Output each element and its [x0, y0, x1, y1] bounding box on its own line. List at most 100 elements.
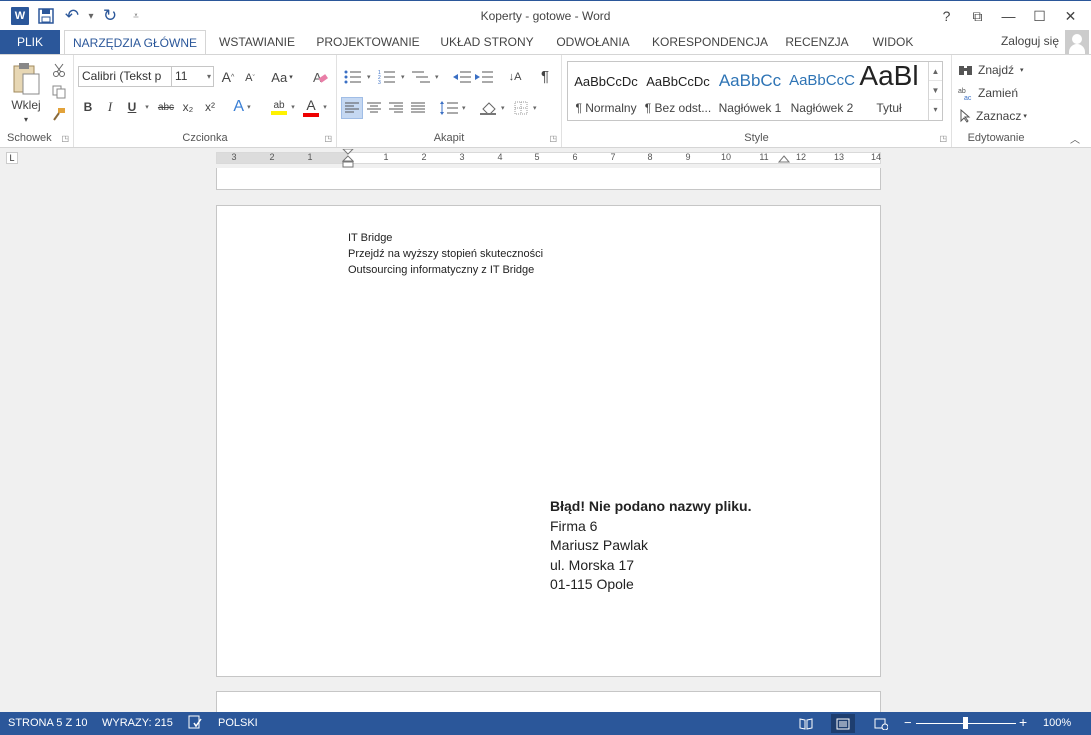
help-button[interactable]: ?	[932, 5, 961, 27]
zoom-out-button[interactable]: −	[904, 715, 912, 730]
numbering-icon[interactable]: 1 2 3 ▾	[377, 67, 409, 87]
envelope-page[interactable]: IT Bridge Przejdź na wyższy stopień skut…	[216, 205, 881, 677]
cursor-icon	[960, 109, 971, 123]
select-button[interactable]: Zaznacz ▾	[960, 107, 1040, 125]
underline-dropdown-icon[interactable]: ▾	[142, 97, 152, 117]
borders-icon[interactable]: ▾	[513, 97, 543, 119]
font-name-combobox[interactable]: Calibri (Tekst p	[78, 66, 172, 87]
tab-home[interactable]: NARZĘDZIA GŁÓWNE	[64, 30, 206, 55]
grow-font-button[interactable]: A ^	[218, 67, 238, 87]
editing-group: Znajdź ▾ ab ac Zamień Zaznacz ▾ Edytowanie	[952, 55, 1040, 147]
copy-icon[interactable]	[50, 83, 68, 101]
print-layout-icon[interactable]	[831, 714, 855, 733]
format-painter-icon[interactable]	[50, 105, 68, 123]
paragraph-launcher-icon[interactable]: ◳	[549, 134, 557, 143]
gallery-up-icon[interactable]: ▲	[929, 62, 942, 81]
text-effects-button[interactable]: A ▾	[230, 96, 254, 118]
indent-marker-icon[interactable]	[342, 149, 354, 169]
ruler-number: 2	[421, 152, 427, 162]
proofing-icon[interactable]	[188, 715, 202, 732]
tab-file[interactable]: PLIK	[0, 30, 60, 54]
recipient-address[interactable]: Błąd! Nie podano nazwy pliku. Firma 6 Ma…	[550, 497, 751, 595]
font-color-button[interactable]: A	[300, 95, 322, 119]
align-left-icon[interactable]	[341, 97, 363, 119]
read-mode-icon[interactable]	[794, 714, 818, 733]
sort-button[interactable]: ↓A	[505, 67, 525, 87]
page-indicator[interactable]: STRONA 5 Z 10	[8, 717, 87, 729]
close-button[interactable]: ✕	[1056, 5, 1085, 27]
clipboard-launcher-icon[interactable]: ◳	[61, 134, 69, 143]
right-indent-marker-icon[interactable]	[778, 155, 790, 165]
justify-icon[interactable]	[407, 97, 429, 119]
change-case-button[interactable]: Aa ▾	[268, 67, 296, 87]
decrease-indent-icon[interactable]	[451, 67, 473, 87]
shrink-font-button[interactable]: Aˇ	[240, 68, 260, 88]
sign-in-link[interactable]: Zaloguj się	[1001, 34, 1059, 48]
svg-text:▾: ▾	[533, 105, 537, 112]
style-heading-1[interactable]: AaBbCc Nagłówek 1	[714, 62, 786, 120]
replace-button[interactable]: ab ac Zamień	[958, 84, 1038, 102]
style-heading-2[interactable]: AaBbCcC Nagłówek 2	[786, 62, 858, 120]
zoom-slider-thumb[interactable]	[963, 717, 968, 729]
user-avatar-icon[interactable]	[1065, 30, 1089, 54]
bullets-icon[interactable]: ▾	[343, 67, 375, 87]
web-layout-icon[interactable]	[869, 714, 893, 733]
horizontal-ruler[interactable]: 3 2 1 1 2 3 4 5 6 7 8 9 10 11 12 13 14	[216, 149, 881, 168]
tab-selector[interactable]: L	[6, 152, 18, 164]
italic-button[interactable]: I	[102, 97, 118, 117]
paste-dropdown-icon[interactable]: ▾	[18, 113, 34, 125]
paste-icon[interactable]	[8, 61, 44, 97]
font-color-dropdown-icon[interactable]: ▾	[320, 97, 330, 117]
zoom-level[interactable]: 100%	[1043, 717, 1071, 729]
clear-formatting-icon[interactable]: A	[310, 67, 330, 87]
binoculars-icon	[959, 66, 972, 75]
styles-launcher-icon[interactable]: ◳	[939, 134, 947, 143]
align-right-icon[interactable]	[385, 97, 407, 119]
ribbon-display-options-icon[interactable]: ⧉	[963, 5, 992, 27]
tab-references[interactable]: ODWOŁANIA	[550, 30, 636, 54]
zoom-in-button[interactable]: +	[1019, 714, 1027, 730]
tab-insert[interactable]: WSTAWIANIE	[212, 30, 302, 54]
language-indicator[interactable]: POLSKI	[218, 717, 258, 729]
document-area: IT Bridge Przejdź na wyższy stopień skut…	[0, 168, 1091, 712]
clipboard-group-label: Schowek	[7, 132, 52, 144]
shading-icon[interactable]: ▾	[479, 97, 509, 119]
paste-button[interactable]: Wklej	[4, 97, 48, 113]
tab-review[interactable]: RECENZJA	[782, 30, 852, 54]
find-button[interactable]: Znajdź ▾	[958, 61, 1038, 79]
collapse-ribbon-icon[interactable]: ︿	[1068, 131, 1082, 146]
bold-button[interactable]: B	[80, 97, 96, 117]
multilevel-list-icon[interactable]: ▾	[411, 67, 443, 87]
word-count[interactable]: WYRAZY: 215	[102, 717, 173, 729]
gallery-more-icon[interactable]: ▾	[929, 100, 942, 119]
maximize-button[interactable]: ☐	[1025, 5, 1054, 27]
gallery-down-icon[interactable]: ▼	[929, 81, 942, 100]
ruler-number: 5	[534, 152, 540, 162]
highlight-dropdown-icon[interactable]: ▾	[288, 97, 298, 117]
style-normal[interactable]: AaBbCcDc ¶ Normalny	[570, 62, 642, 120]
align-center-icon[interactable]	[363, 97, 385, 119]
ribbon: Wklej ▾ Schowek ◳ Calibri (Tekst p 11 ▾ A…	[0, 54, 1091, 148]
style-title[interactable]: AaBl Tytuł	[856, 60, 922, 120]
show-formatting-marks-button[interactable]: ¶	[535, 66, 555, 86]
increase-indent-icon[interactable]	[473, 67, 495, 87]
svg-text:ab: ab	[958, 88, 966, 95]
font-launcher-icon[interactable]: ◳	[324, 134, 332, 143]
font-group: Calibri (Tekst p 11 ▾ A ^ Aˇ Aa ▾ A B I U ▾…	[74, 55, 337, 147]
line-spacing-icon[interactable]: ▾	[439, 97, 469, 119]
subscript-button[interactable]: x₂	[178, 97, 198, 117]
cut-icon[interactable]	[50, 61, 68, 79]
strikethrough-button[interactable]: abc	[156, 97, 176, 117]
style-no-spacing[interactable]: AaBbCcDc ¶ Bez odst...	[642, 62, 714, 120]
next-page[interactable]	[216, 691, 881, 712]
tab-view[interactable]: WIDOK	[864, 30, 922, 54]
underline-button[interactable]: U	[124, 97, 140, 117]
sender-address[interactable]: IT Bridge Przejdź na wyższy stopień skut…	[348, 230, 543, 278]
font-size-combobox[interactable]: 11 ▾	[171, 66, 214, 87]
tab-design[interactable]: PROJEKTOWANIE	[312, 30, 424, 54]
tab-layout[interactable]: UKŁAD STRONY	[434, 30, 540, 54]
superscript-button[interactable]: x²	[200, 97, 220, 117]
previous-page[interactable]	[216, 168, 881, 190]
minimize-button[interactable]: —	[994, 5, 1023, 27]
tab-mailings[interactable]: KORESPONDENCJA	[648, 30, 772, 54]
